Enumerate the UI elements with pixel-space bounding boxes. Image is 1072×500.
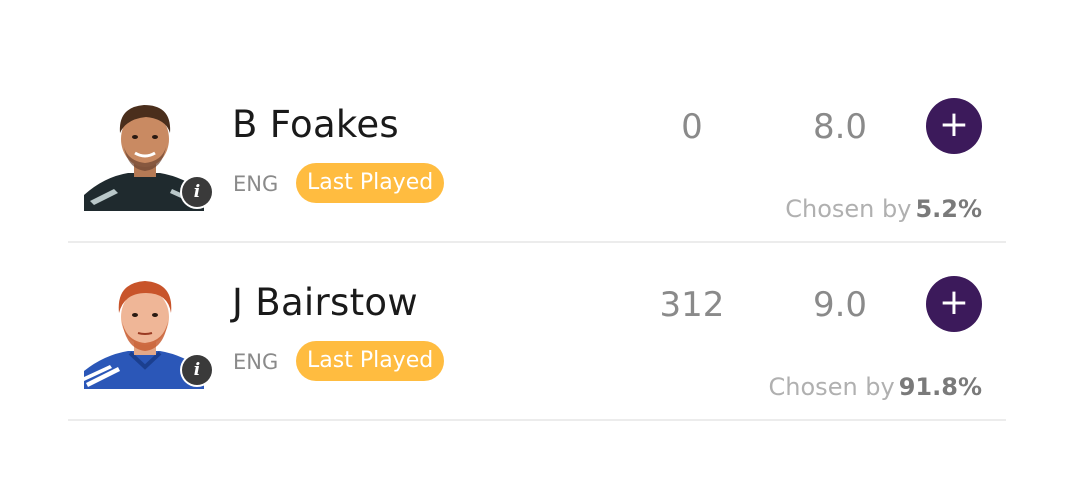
last-played-badge: Last Played [296,341,445,381]
chosen-by-label: Chosen by [785,195,912,223]
player-list: i B Foakes ENG Last Played 0 8.0 + Chose… [68,85,1006,421]
chosen-by-percent: 5.2% [915,195,982,223]
player-points: 0 [681,107,703,147]
chosen-by-percent: 91.8% [898,373,982,401]
player-name: B Foakes [232,103,399,146]
player-credits: 8.0 [812,107,868,147]
info-icon[interactable]: i [182,355,212,385]
add-player-button[interactable]: + [926,276,982,332]
player-credits: 9.0 [812,285,868,325]
info-icon[interactable]: i [182,177,212,207]
chosen-by: Chosen by 91.8% [769,373,982,401]
player-row[interactable]: i J Bairstow ENG Last Played 312 9.0 + C… [68,263,1006,421]
chosen-by: Chosen by 5.2% [785,195,982,223]
player-row[interactable]: i B Foakes ENG Last Played 0 8.0 + Chose… [68,85,1006,243]
last-played-badge: Last Played [296,163,445,203]
add-player-button[interactable]: + [926,98,982,154]
player-points: 312 [659,285,725,325]
chosen-by-label: Chosen by [768,373,895,401]
player-team: ENG [233,350,279,374]
player-name: J Bairstow [232,281,418,324]
player-team: ENG [233,172,279,196]
